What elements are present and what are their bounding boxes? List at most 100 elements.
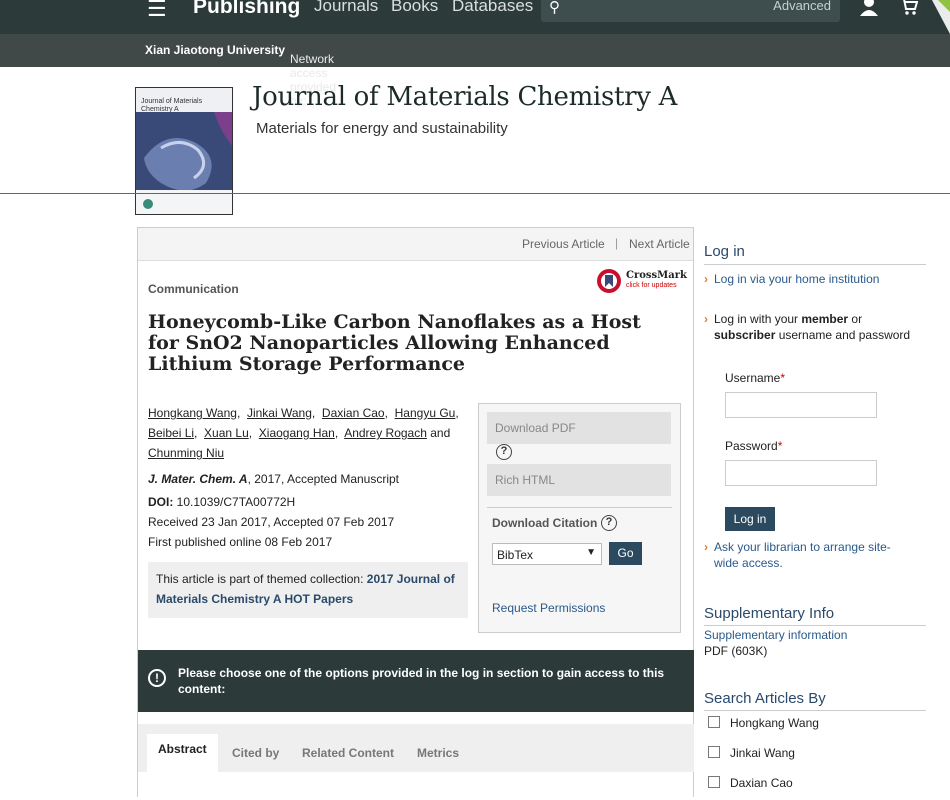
crossmark-badge[interactable]: CrossMark click for updates <box>596 268 688 294</box>
request-permissions-link[interactable]: Request Permissions <box>492 601 605 615</box>
tab-metrics[interactable]: Metrics <box>417 746 459 760</box>
sidebar-divider <box>704 710 926 711</box>
password-label: Password* <box>725 439 783 453</box>
received-dates: Received 23 Jan 2017, Accepted 07 Feb 20… <box>148 515 395 529</box>
crossmark-sub: click for updates <box>626 282 677 289</box>
header-corner-graphic <box>932 0 950 34</box>
author-link[interactable]: Hongkang Wang <box>148 406 237 420</box>
author-link[interactable]: Chunming Niu <box>148 446 224 460</box>
themed-collection-box: This article is part of themed collectio… <box>148 562 468 618</box>
author-link[interactable]: Xuan Lu <box>204 426 249 440</box>
supplementary-heading: Supplementary Info <box>704 605 835 622</box>
chevron-down-icon: ▼ <box>586 547 596 558</box>
themed-prefix: This article is part of themed collectio… <box>156 572 367 586</box>
next-article-link[interactable]: Next Article <box>629 237 690 251</box>
supplementary-link[interactable]: Supplementary information <box>704 628 847 642</box>
checkbox[interactable] <box>708 776 720 788</box>
author-list: Hongkang Wang, Jinkai Wang, Daxian Cao, … <box>148 406 459 460</box>
login-member-text: › Log in with your member or subscriber … <box>704 312 911 342</box>
nav-databases[interactable]: Databases <box>452 0 533 16</box>
tab-related-content[interactable]: Related Content <box>302 746 394 760</box>
article-panel: Previous Article | Next Article Communic… <box>137 227 694 797</box>
hamburger-icon[interactable]: ☰ <box>147 0 167 22</box>
search-author-option[interactable]: Daxian Cao <box>708 776 793 790</box>
user-icon[interactable] <box>860 0 878 16</box>
panel-divider <box>487 507 672 508</box>
search-author-option[interactable]: Jinkai Wang <box>708 746 795 760</box>
sidebar-divider <box>704 264 926 265</box>
tab-abstract[interactable]: Abstract <box>147 734 218 772</box>
go-button[interactable]: Go <box>609 542 642 565</box>
abstract-text-clipped <box>163 792 683 800</box>
username-field[interactable] <box>725 392 877 418</box>
access-notice-banner: ! Please choose one of the options provi… <box>138 650 694 712</box>
author-link[interactable]: Andrey Rogach <box>344 426 427 440</box>
institution-name: Xian Jiaotong University <box>145 43 286 57</box>
author-link[interactable]: Beibei Li <box>148 426 194 440</box>
search-author-option[interactable]: Hongkang Wang <box>708 716 819 730</box>
article-title: Honeycomb-Like Carbon Nanoflakes as a Ho… <box>148 311 641 375</box>
cover-title: Journal of Materials Chemistry A <box>141 98 203 113</box>
network-access-text: Network access provided by: Xian Jiaoton… <box>145 43 337 108</box>
authors-and: and <box>430 426 451 440</box>
journal-title[interactable]: Journal of Materials Chemistry A <box>252 82 677 112</box>
nav-books[interactable]: Books <box>391 0 438 16</box>
alert-icon: ! <box>148 669 166 687</box>
chevron-right-icon: › <box>704 272 708 286</box>
ask-librarian-link[interactable]: Ask your librarian to arrange site-wide … <box>714 540 891 570</box>
article-tabs: Abstract Cited by Related Content Metric… <box>138 724 694 772</box>
download-pdf-button[interactable]: Download PDF <box>487 412 671 444</box>
published-date: First published online 08 Feb 2017 <box>148 535 333 549</box>
network-access-bar: Network access provided by: Xian Jiaoton… <box>0 34 950 108</box>
download-citation-label: Download Citation <box>492 516 598 530</box>
password-field[interactable] <box>725 460 877 486</box>
supplementary-size: PDF (603K) <box>704 644 768 658</box>
journal-subtitle: Materials for energy and sustainability <box>256 120 508 137</box>
access-notice-text: Please choose one of the options provide… <box>178 666 665 696</box>
journal-abbrev: J. Mater. Chem. A <box>148 472 248 486</box>
tab-cited-by[interactable]: Cited by <box>232 746 279 760</box>
crossmark-icon <box>597 269 621 293</box>
checkbox[interactable] <box>708 716 720 728</box>
help-icon[interactable]: ? <box>496 444 512 460</box>
author-link[interactable]: Daxian Cao <box>322 406 385 420</box>
author-link[interactable]: Jinkai Wang <box>247 406 312 420</box>
previous-article-link[interactable]: Previous Article <box>522 237 605 251</box>
username-label: Username* <box>725 371 786 385</box>
journal-cover-image[interactable]: Journal of Materials Chemistry A <box>135 87 233 215</box>
article-type: Communication <box>148 282 239 296</box>
citation-format-select[interactable]: BibTex ▼ <box>492 543 602 565</box>
search-icon[interactable]: ⚲ <box>549 0 560 16</box>
ask-librarian[interactable]: › Ask your librarian to arrange site-wid… <box>704 539 914 571</box>
crossmark-label: CrossMark <box>626 270 687 281</box>
advanced-search-link[interactable]: Advanced <box>773 0 831 13</box>
doi-label: DOI: <box>148 495 174 509</box>
article-navigation: Previous Article | Next Article <box>138 228 693 261</box>
header-divider <box>0 193 950 194</box>
citation-help-icon[interactable]: ? <box>601 515 617 531</box>
doi-value[interactable]: 10.1039/C7TA00772H <box>173 495 296 509</box>
sidebar-divider <box>704 625 926 626</box>
author-link[interactable]: Hangyu Gu <box>395 406 456 420</box>
citation-year: , 2017, Accepted Manuscript <box>247 472 400 486</box>
search-articles-heading: Search Articles By <box>704 690 826 707</box>
download-panel: Download PDF ? Rich HTML Download Citati… <box>478 403 681 633</box>
doi-line: DOI: 10.1039/C7TA00772H <box>148 495 295 509</box>
chevron-right-icon: › <box>704 540 708 554</box>
search-input[interactable]: ⚲ Advanced <box>541 0 840 22</box>
journal-citation: J. Mater. Chem. A, 2017, Accepted Manusc… <box>148 472 399 486</box>
login-home-institution[interactable]: › Log in via your home institution <box>704 271 914 287</box>
top-navigation-bar: ☰ Publishing Journals Books Databases ⚲ … <box>0 0 950 34</box>
cart-icon[interactable] <box>900 0 918 16</box>
login-home-link[interactable]: Log in via your home institution <box>714 272 879 286</box>
chevron-right-icon: › <box>704 312 708 326</box>
nav-separator: | <box>615 236 619 250</box>
nav-journals[interactable]: Journals <box>314 0 378 16</box>
citation-format-value: BibTex <box>497 548 534 562</box>
checkbox[interactable] <box>708 746 720 758</box>
site-brand[interactable]: Publishing <box>193 0 300 19</box>
login-button[interactable]: Log in <box>725 507 775 531</box>
login-heading: Log in <box>704 243 745 260</box>
rich-html-button[interactable]: Rich HTML <box>487 464 671 496</box>
author-link[interactable]: Xiaogang Han <box>259 426 335 440</box>
